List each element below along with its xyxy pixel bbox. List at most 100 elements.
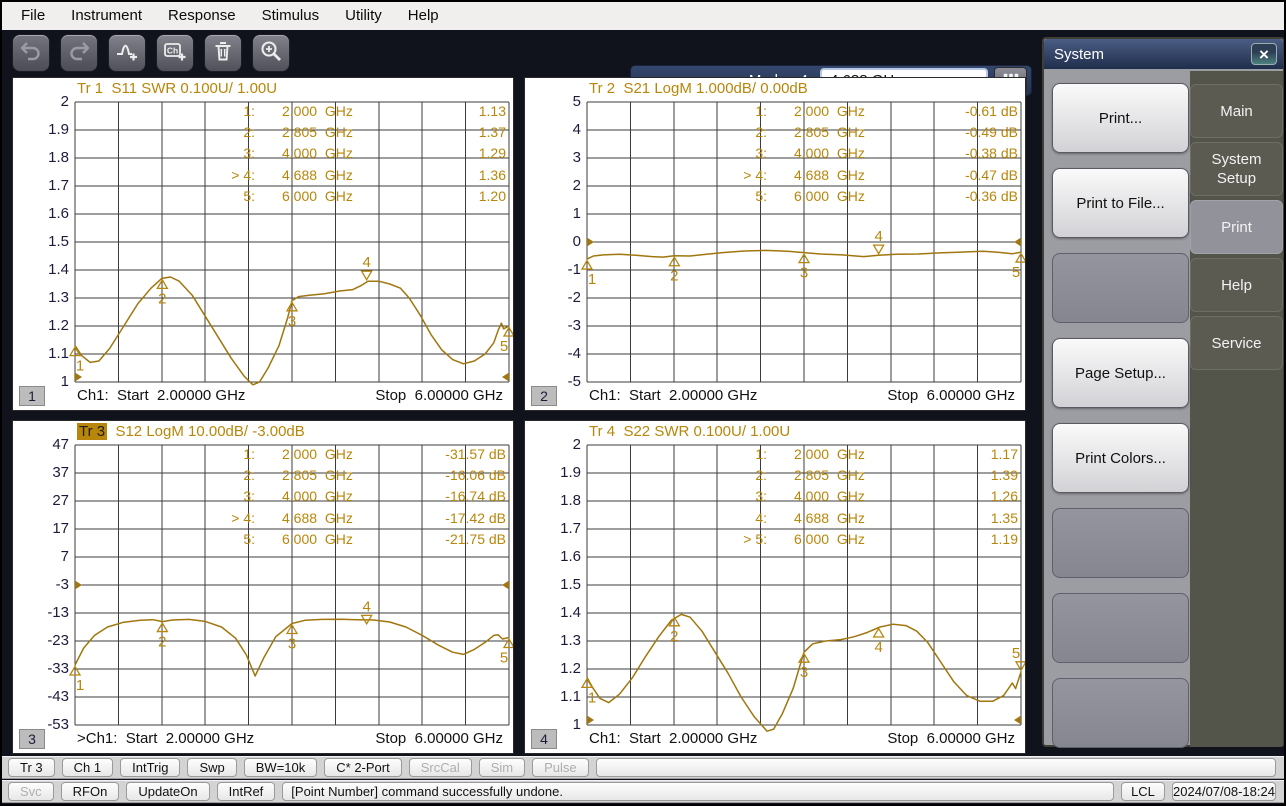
marker-value: -21.75 dB bbox=[445, 531, 506, 547]
zoom-button[interactable] bbox=[252, 34, 290, 72]
plot-tr4: Tr 4 S22 SWR 0.100U/ 1.00U21.91.81.71.61… bbox=[524, 420, 1026, 754]
marker-frequency: 6.000 GHz bbox=[282, 188, 353, 204]
marker-number: 2: bbox=[687, 124, 767, 140]
marker-frequency: 4.000 GHz bbox=[282, 145, 353, 161]
menu-utility[interactable]: Utility bbox=[332, 2, 395, 30]
menu-stimulus[interactable]: Stimulus bbox=[249, 2, 333, 30]
status-c-2-port[interactable]: C* 2-Port bbox=[324, 758, 401, 777]
marker-frequency: 4.688 GHz bbox=[794, 167, 865, 183]
softkey-print-colors[interactable]: Print Colors... bbox=[1052, 423, 1189, 493]
status-updateon[interactable]: UpdateOn bbox=[126, 782, 209, 801]
marker-value: -17.42 dB bbox=[445, 510, 506, 526]
y-axis-label: 1.6 bbox=[525, 547, 581, 567]
marker-row: 2:2.805 GHz1.39 bbox=[587, 467, 1021, 488]
marker-number: 5: bbox=[175, 531, 255, 547]
marker-number: > 4: bbox=[175, 510, 255, 526]
softkey-page-setup[interactable]: Page Setup... bbox=[1052, 338, 1189, 408]
stimulus-start-label: Ch1: Start 2.00000 GHz bbox=[589, 730, 757, 747]
channel-badge-3[interactable]: 3 bbox=[19, 729, 45, 749]
svg-text:2: 2 bbox=[670, 268, 678, 285]
svg-text:2: 2 bbox=[158, 290, 166, 307]
system-panel-titlebar: System × bbox=[1044, 39, 1283, 69]
redo-icon bbox=[67, 39, 91, 68]
marker-row: 5: 6.000 GHz 1.20 bbox=[75, 188, 509, 209]
marker-row: 5:6.000 GHz-21.75 dB bbox=[75, 531, 509, 552]
marker-frequency: 4.688 GHz bbox=[282, 510, 353, 526]
tab-print[interactable]: Print bbox=[1190, 200, 1283, 254]
marker-row: 1:2.000 GHz1.13 bbox=[75, 103, 509, 124]
marker-frequency: 2.805 GHz bbox=[282, 124, 353, 140]
plot-title-tr4: Tr 4 S22 SWR 0.100U/ 1.00U bbox=[589, 423, 790, 442]
marker-frequency: 4.000 GHz bbox=[794, 488, 865, 504]
marker-number: 3: bbox=[687, 145, 767, 161]
status-lcl-indicator: LCL bbox=[1121, 782, 1165, 801]
add-channel-button[interactable]: Ch bbox=[156, 34, 194, 72]
marker-value: -16.74 dB bbox=[445, 488, 506, 504]
y-axis-label: -3 bbox=[525, 316, 581, 336]
close-icon[interactable]: × bbox=[1251, 43, 1277, 65]
softkey-tab-column: MainSystem SetupPrintHelpService bbox=[1190, 71, 1283, 747]
softkey-blank bbox=[1052, 253, 1189, 323]
channel-badge-2[interactable]: 2 bbox=[531, 386, 557, 406]
marker-row: 3: 4.000 GHz -0.38 dB bbox=[587, 145, 1021, 166]
marker-row: 1:2.000 GHz-31.57 dB bbox=[75, 446, 509, 467]
menu-help[interactable]: Help bbox=[395, 2, 452, 30]
marker-number: 2: bbox=[175, 467, 255, 483]
add-trace-button[interactable] bbox=[108, 34, 146, 72]
marker-number: 3: bbox=[175, 488, 255, 504]
system-softkey-panel: System × MainSystem SetupPrintHelpServic… bbox=[1042, 37, 1285, 747]
status-swp[interactable]: Swp bbox=[187, 758, 236, 777]
svg-text:5: 5 bbox=[500, 338, 508, 355]
status-ch-1[interactable]: Ch 1 bbox=[62, 758, 113, 777]
marker-value: 1.20 bbox=[479, 188, 506, 204]
y-axis-label: 3 bbox=[525, 148, 581, 168]
tab-system-setup[interactable]: System Setup bbox=[1190, 142, 1283, 196]
marker-frequency: 4.000 GHz bbox=[794, 145, 865, 161]
status-intref[interactable]: IntRef bbox=[217, 782, 276, 801]
menu-instrument[interactable]: Instrument bbox=[58, 2, 155, 30]
y-axis-label: 5 bbox=[525, 92, 581, 112]
marker-number: 1: bbox=[175, 103, 255, 119]
softkey-print-to-file[interactable]: Print to File... bbox=[1052, 168, 1189, 238]
marker-number: 1: bbox=[175, 446, 255, 462]
marker-number: 3: bbox=[687, 488, 767, 504]
marker-row: 1:2.000 GHz1.17 bbox=[587, 446, 1021, 467]
marker-value: 1.39 bbox=[991, 467, 1018, 483]
status-bw-10k[interactable]: BW=10k bbox=[244, 758, 318, 777]
status-bar-bottom: Svc RFOn UpdateOn IntRef [Point Number] comm… bbox=[2, 780, 1284, 803]
channel-badge-1[interactable]: 1 bbox=[19, 386, 45, 406]
status-rfon[interactable]: RFOn bbox=[61, 782, 120, 801]
y-axis-label: 1.4 bbox=[13, 260, 69, 280]
marker-number: > 5: bbox=[687, 531, 767, 547]
marker-row: 5:6.000 GHz-0.36 dB bbox=[587, 188, 1021, 209]
status-bar-top: Tr 3Ch 1IntTrigSwpBW=10kC* 2-PortSrcCalS… bbox=[2, 756, 1284, 779]
y-axis-label: -2 bbox=[525, 288, 581, 308]
plot-title-tr1: Tr 1 S11 SWR 0.100U/ 1.00U bbox=[77, 80, 277, 99]
marker-row: > 4:4.688 GHz-0.47 dB bbox=[587, 167, 1021, 188]
marker-frequency: 6.000 GHz bbox=[794, 531, 865, 547]
status-tr-3[interactable]: Tr 3 bbox=[8, 758, 55, 777]
marker-row: 4:4.688 GHz1.35 bbox=[587, 510, 1021, 531]
marker-row: 2:2.805 GHz-0.49 dB bbox=[587, 124, 1021, 145]
status-message: [Point Number] command successfully undo… bbox=[282, 782, 1114, 801]
tab-help[interactable]: Help bbox=[1190, 258, 1283, 312]
svg-text:5: 5 bbox=[500, 650, 508, 667]
softkey-print[interactable]: Print... bbox=[1052, 83, 1189, 153]
y-axis-label: 1 bbox=[525, 204, 581, 224]
measurement-label: S12 LogM 10.00dB/ -3.00dB bbox=[107, 423, 305, 440]
status-inttrig[interactable]: IntTrig bbox=[120, 758, 180, 777]
menu-file[interactable]: File bbox=[8, 2, 58, 30]
marker-number: 5: bbox=[175, 188, 255, 204]
status-svc: Svc bbox=[8, 782, 54, 801]
delete-button[interactable] bbox=[204, 34, 242, 72]
channel-badge-4[interactable]: 4 bbox=[531, 729, 557, 749]
marker-value: 1.36 bbox=[479, 167, 506, 183]
tab-service[interactable]: Service bbox=[1190, 316, 1283, 370]
marker-value: 1.37 bbox=[479, 124, 506, 140]
menu-response[interactable]: Response bbox=[155, 2, 249, 30]
y-axis-label: 1.7 bbox=[525, 519, 581, 539]
y-axis-label: 47 bbox=[13, 435, 69, 455]
tab-main[interactable]: Main bbox=[1190, 84, 1283, 138]
y-axis-label: 1.9 bbox=[13, 120, 69, 140]
marker-value: -0.38 dB bbox=[965, 145, 1018, 161]
